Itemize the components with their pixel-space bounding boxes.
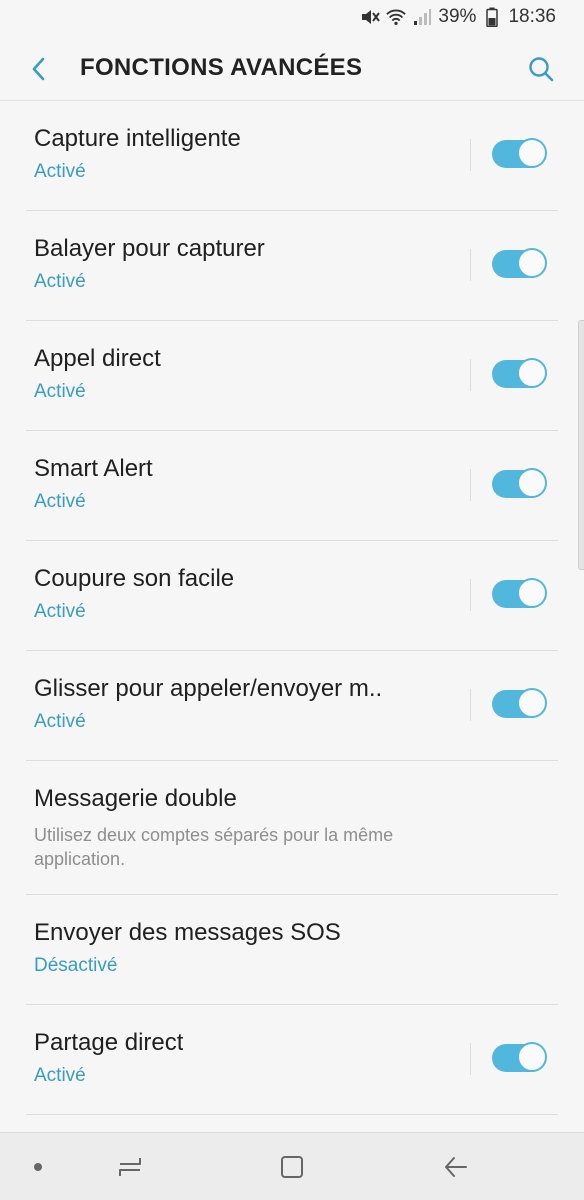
item-title: Appel direct — [34, 345, 161, 372]
list-item-glisser-pour-appeler[interactable]: Glisser pour appeler/envoyer m.. Activé — [26, 651, 558, 761]
toggle-switch[interactable] — [492, 578, 547, 609]
status-time: 18:36 — [508, 6, 556, 27]
item-status: Désactivé — [34, 955, 118, 976]
item-status: Activé — [34, 601, 86, 622]
list-item-smart-alert[interactable]: Smart Alert Activé — [26, 431, 558, 541]
home-icon — [281, 1156, 303, 1178]
page-title: FONCTIONS AVANCÉES — [80, 54, 363, 81]
search-button[interactable] — [524, 52, 558, 86]
item-title: Coupure son facile — [34, 565, 235, 592]
wifi-icon — [386, 7, 407, 27]
item-status: Activé — [34, 711, 86, 732]
item-title: Messagerie double — [34, 785, 237, 812]
dot-icon — [34, 1163, 42, 1171]
toggle-switch[interactable] — [492, 1042, 547, 1073]
item-status: Activé — [34, 381, 86, 402]
item-title: Smart Alert — [34, 455, 153, 482]
toggle-knob — [517, 578, 547, 608]
toggle-switch[interactable] — [492, 358, 547, 389]
item-status: Activé — [34, 491, 86, 512]
item-title: Envoyer des messages SOS — [34, 919, 341, 946]
recents-icon — [119, 1158, 141, 1176]
item-divider — [470, 359, 471, 391]
item-divider — [470, 249, 471, 281]
item-divider — [470, 469, 471, 501]
item-divider — [470, 689, 471, 721]
chevron-left-icon — [32, 57, 45, 81]
list-item-capture-intelligente[interactable]: Capture intelligente Activé — [26, 101, 558, 211]
toggle-knob — [517, 358, 547, 388]
list-item-messagerie-double[interactable]: Messagerie double Utilisez deux comptes … — [26, 761, 558, 895]
back-arrow-icon — [445, 1157, 467, 1177]
home-button[interactable] — [276, 1151, 308, 1183]
battery-percent: 39% — [438, 6, 477, 27]
mute-icon — [360, 7, 381, 27]
list-item-coupure-son-facile[interactable]: Coupure son facile Activé — [26, 541, 558, 651]
item-description: Utilisez deux comptes séparés pour la mê… — [34, 825, 394, 869]
toggle-switch[interactable] — [492, 688, 547, 719]
recents-button[interactable] — [114, 1151, 146, 1183]
item-status: Activé — [34, 271, 86, 292]
list-item-partage-direct[interactable]: Partage direct Activé — [26, 1005, 558, 1115]
navigation-bar — [0, 1132, 584, 1200]
list-item-balayer-pour-capturer[interactable]: Balayer pour capturer Activé — [26, 211, 558, 321]
app-bar: FONCTIONS AVANCÉES — [0, 34, 584, 100]
dot-button[interactable] — [22, 1151, 54, 1183]
item-status: Activé — [34, 1065, 86, 1086]
toggle-switch[interactable] — [492, 468, 547, 499]
scrollbar[interactable] — [578, 320, 584, 570]
item-title: Balayer pour capturer — [34, 235, 265, 262]
list-item-appel-direct[interactable]: Appel direct Activé — [26, 321, 558, 431]
toggle-knob — [517, 248, 547, 278]
item-divider — [470, 1043, 471, 1075]
toggle-switch[interactable] — [492, 138, 547, 169]
signal-icon — [412, 7, 432, 27]
item-title: Capture intelligente — [34, 125, 241, 152]
toggle-switch[interactable] — [492, 248, 547, 279]
item-title: Partage direct — [34, 1029, 184, 1056]
item-divider — [470, 579, 471, 611]
toggle-knob — [517, 468, 547, 498]
toggle-knob — [517, 688, 547, 718]
list-item-messages-sos[interactable]: Envoyer des messages SOS Désactivé — [26, 895, 558, 1005]
toggle-knob — [517, 138, 547, 168]
search-icon — [529, 57, 554, 82]
settings-list: Capture intelligente Activé Balayer pour… — [0, 101, 584, 1115]
back-button[interactable] — [22, 52, 56, 86]
battery-icon — [482, 7, 502, 27]
item-status: Activé — [34, 161, 86, 182]
toggle-knob — [517, 1042, 547, 1072]
status-bar: 39% 18:36 — [0, 0, 584, 34]
item-title: Glisser pour appeler/envoyer m.. — [34, 675, 383, 702]
item-divider — [470, 139, 471, 171]
back-nav-button[interactable] — [440, 1151, 472, 1183]
